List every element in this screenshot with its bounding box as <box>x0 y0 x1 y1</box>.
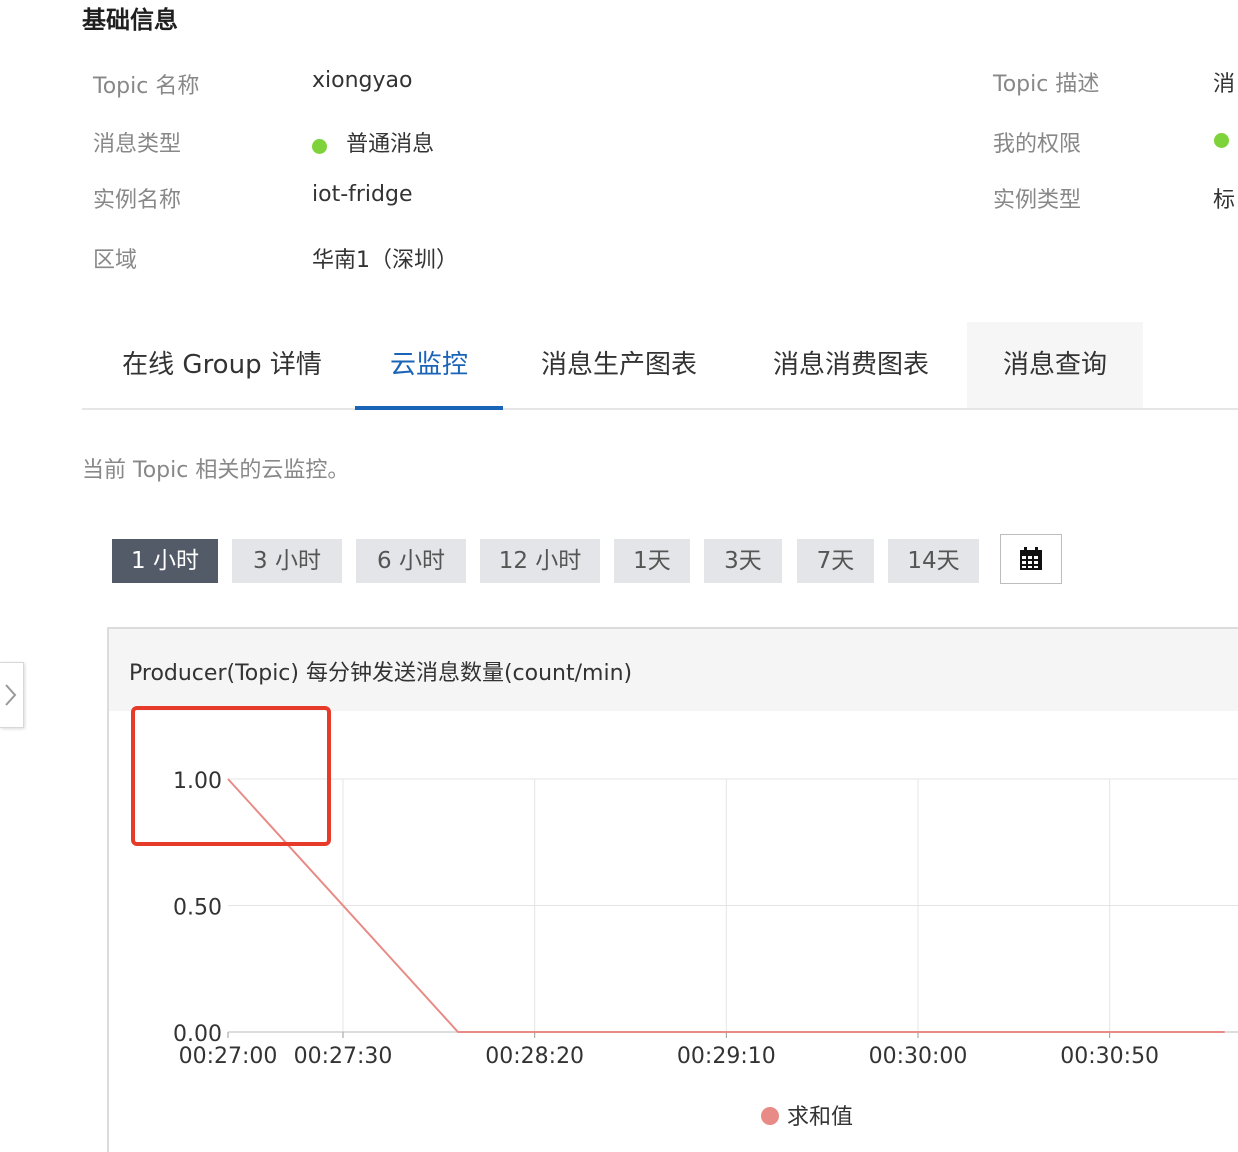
highlight-annotation <box>131 706 331 846</box>
chart-grid <box>227 778 1238 1038</box>
x-tick-label: 00:29:10 <box>677 1044 776 1069</box>
x-tick-label: 00:30:00 <box>869 1044 968 1069</box>
legend-marker-icon <box>761 1107 779 1125</box>
x-tick-label: 00:27:30 <box>294 1044 393 1069</box>
x-tick-label: 00:27:00 <box>179 1044 278 1069</box>
x-axis-ticks: 00:27:00 00:27:30 00:28:20 00:29:10 00:30:00… <box>179 1044 1159 1069</box>
legend-label: 求和值 <box>787 1105 853 1130</box>
line-chart: 0.000.501.00 00:27:00 00:27:30 00:28:20 00:… <box>173 769 1238 1130</box>
y-tick-label: 0.50 <box>173 896 222 921</box>
x-tick-label: 00:30:50 <box>1060 1044 1159 1069</box>
x-tick-label: 00:28:20 <box>485 1044 584 1069</box>
chart-legend[interactable]: 求和值 <box>761 1105 853 1130</box>
